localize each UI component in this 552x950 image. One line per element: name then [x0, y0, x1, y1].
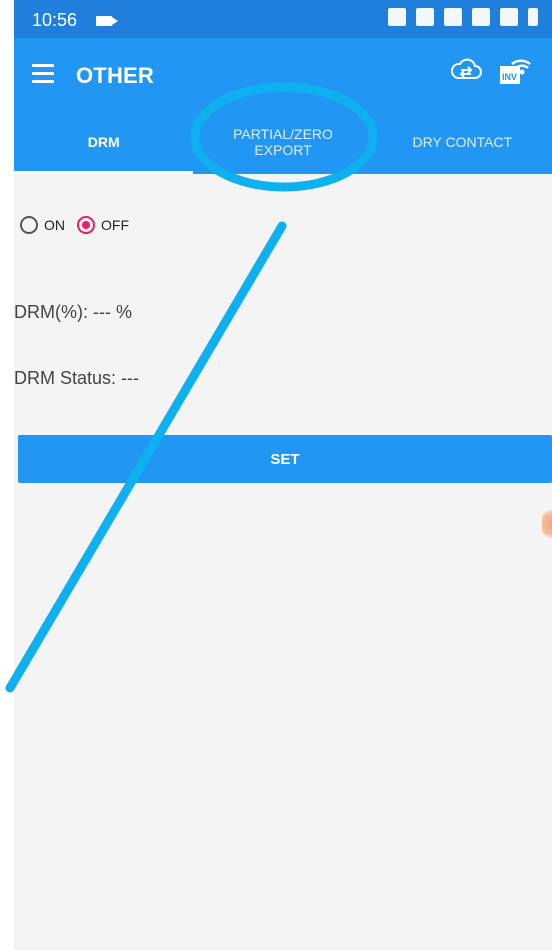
annotation-circle: [190, 82, 378, 192]
annotation-overlay: [5, 82, 378, 693]
annotation-arrow-line: [5, 221, 287, 693]
